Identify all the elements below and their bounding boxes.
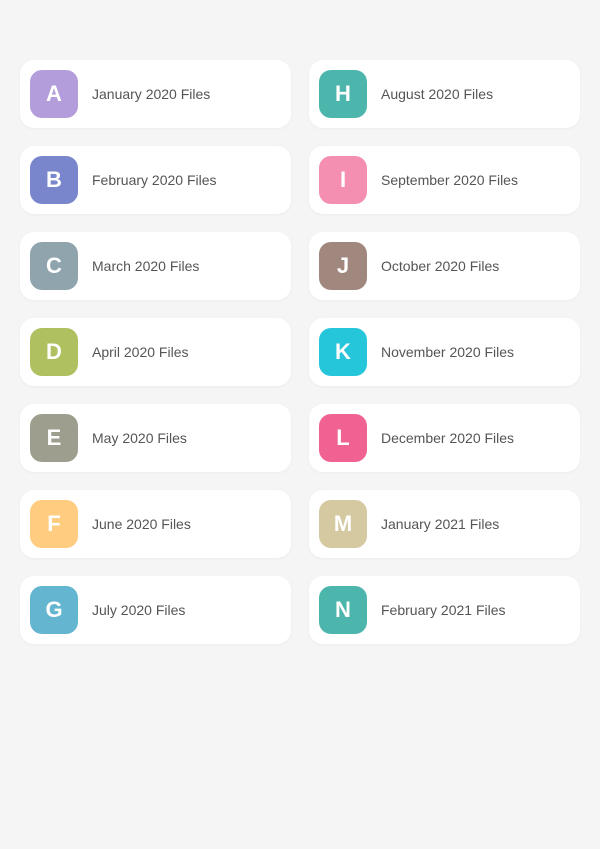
folder-label-d: April 2020 Files (92, 343, 189, 361)
folder-badge-e: E (30, 414, 78, 462)
folder-item-c[interactable]: C March 2020 Files (20, 232, 291, 300)
folder-item-b[interactable]: B February 2020 Files (20, 146, 291, 214)
folder-badge-n: N (319, 586, 367, 634)
folder-item-n[interactable]: N February 2021 Files (309, 576, 580, 644)
folder-badge-j: J (319, 242, 367, 290)
folder-grid: A January 2020 Files H August 2020 Files B Fe… (20, 60, 580, 644)
folder-label-a: January 2020 Files (92, 85, 210, 103)
folder-item-d[interactable]: D April 2020 Files (20, 318, 291, 386)
folder-label-m: January 2021 Files (381, 515, 499, 533)
folder-label-k: November 2020 Files (381, 343, 514, 361)
folder-item-g[interactable]: G July 2020 Files (20, 576, 291, 644)
folder-badge-m: M (319, 500, 367, 548)
folder-badge-l: L (319, 414, 367, 462)
folder-badge-b: B (30, 156, 78, 204)
folder-label-c: March 2020 Files (92, 257, 199, 275)
folder-label-g: July 2020 Files (92, 601, 185, 619)
folder-label-b: February 2020 Files (92, 171, 217, 189)
folder-item-l[interactable]: L December 2020 Files (309, 404, 580, 472)
folder-item-e[interactable]: E May 2020 Files (20, 404, 291, 472)
folder-label-j: October 2020 Files (381, 257, 499, 275)
folder-item-a[interactable]: A January 2020 Files (20, 60, 291, 128)
folder-badge-k: K (319, 328, 367, 376)
folder-label-n: February 2021 Files (381, 601, 506, 619)
folder-badge-c: C (30, 242, 78, 290)
folder-item-i[interactable]: I September 2020 Files (309, 146, 580, 214)
folder-item-h[interactable]: H August 2020 Files (309, 60, 580, 128)
folder-badge-a: A (30, 70, 78, 118)
folder-badge-h: H (319, 70, 367, 118)
folder-item-m[interactable]: M January 2021 Files (309, 490, 580, 558)
folder-badge-d: D (30, 328, 78, 376)
folder-label-e: May 2020 Files (92, 429, 187, 447)
folder-badge-i: I (319, 156, 367, 204)
folder-item-k[interactable]: K November 2020 Files (309, 318, 580, 386)
folder-badge-f: F (30, 500, 78, 548)
folder-badge-g: G (30, 586, 78, 634)
folder-label-l: December 2020 Files (381, 429, 514, 447)
folder-label-i: September 2020 Files (381, 171, 518, 189)
folder-label-f: June 2020 Files (92, 515, 191, 533)
folder-item-j[interactable]: J October 2020 Files (309, 232, 580, 300)
folder-item-f[interactable]: F June 2020 Files (20, 490, 291, 558)
folder-label-h: August 2020 Files (381, 85, 493, 103)
